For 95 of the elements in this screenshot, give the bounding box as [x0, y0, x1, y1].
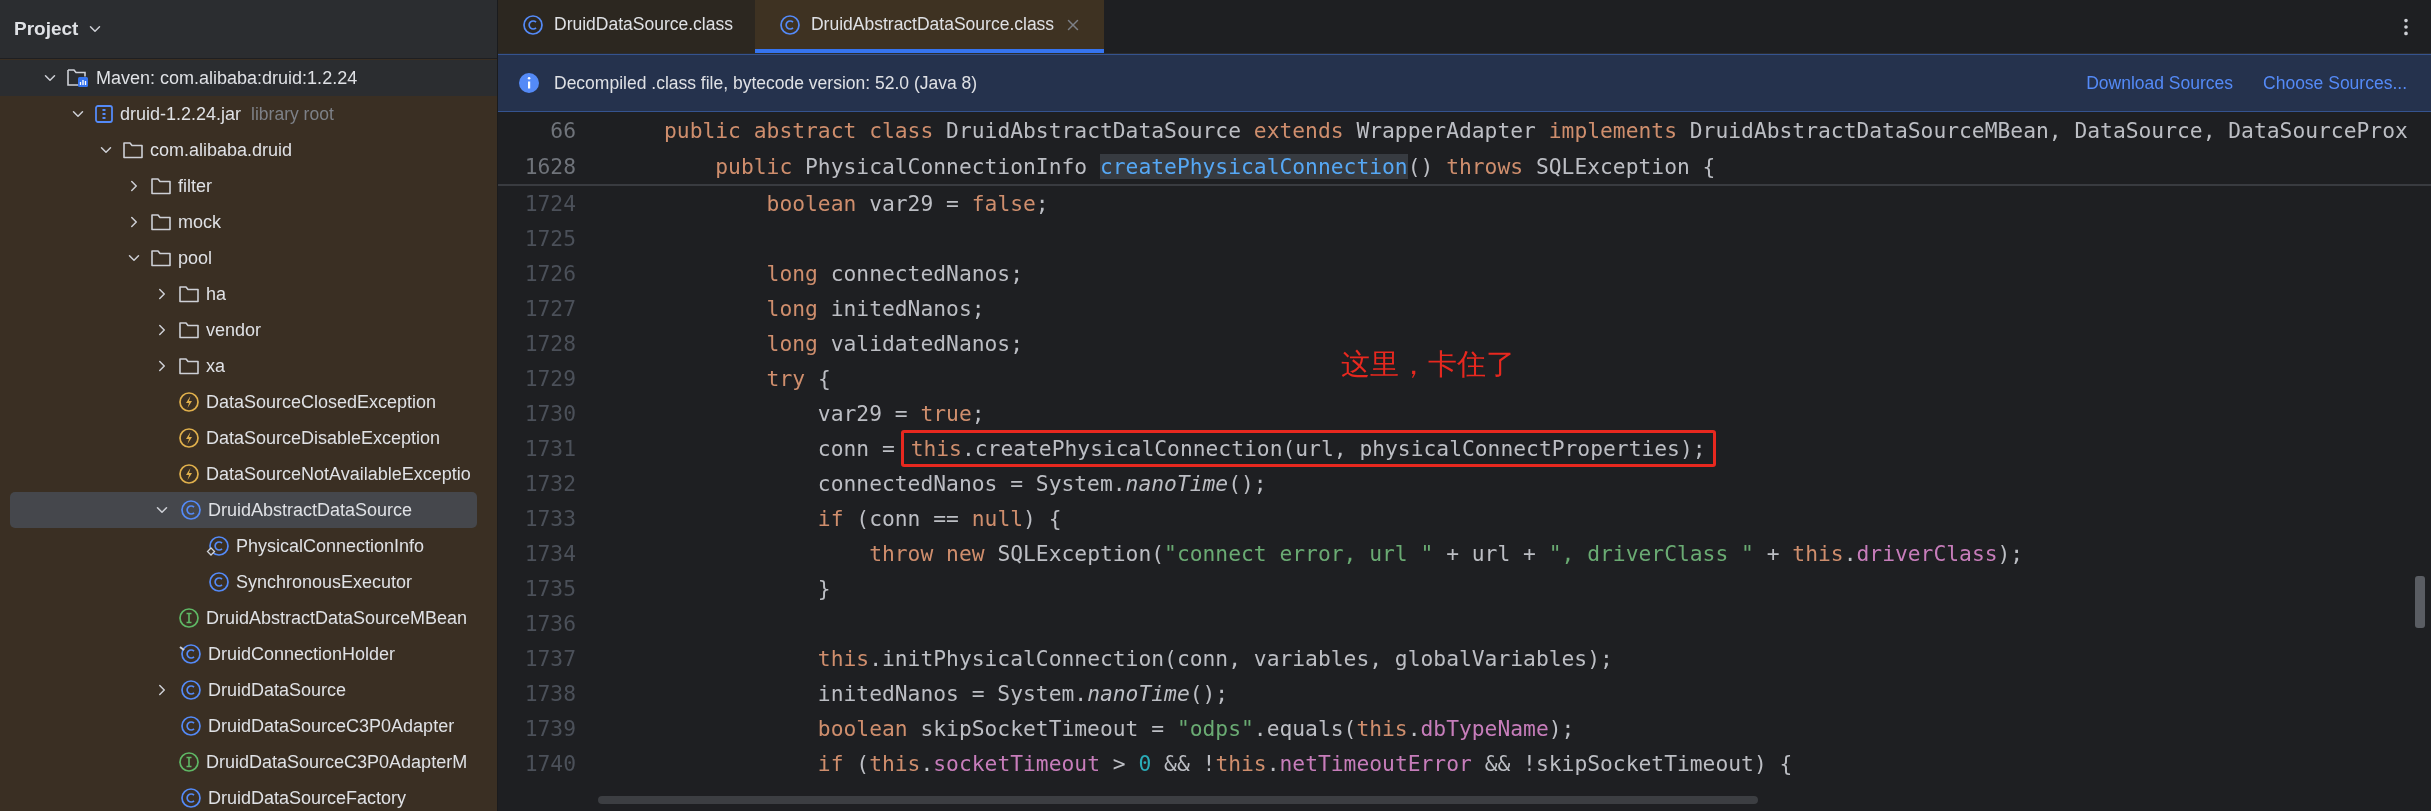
tree-item-label: DruidConnectionHolder	[208, 643, 396, 665]
tree-item-label: mock	[178, 211, 221, 233]
lightning-icon	[178, 391, 200, 413]
class-icon	[206, 571, 230, 593]
tree-item-label: DataSourceClosedException	[206, 391, 437, 413]
code-line: throw new SQLException("connect error, url " + url + ", driverClass " + this.driverClass);	[868, 541, 2024, 566]
archive-icon	[94, 104, 114, 124]
tree-item-label: filter	[178, 175, 212, 197]
banner-message: Decompiled .class file, bytecode version: 52.0 (Java 8)	[554, 72, 979, 94]
class-icon	[206, 535, 230, 557]
tree-item-label: com.alibaba.druid	[150, 139, 293, 161]
highlighted-code: this.createPhysicalConnection(url, physicalConnectProperties);	[900, 430, 1716, 467]
folder-icon	[150, 212, 172, 232]
folder-icon	[150, 248, 172, 268]
tree-item-label: DataSourceNotAvailableExceptio	[206, 463, 471, 485]
tree-item-label: xa	[206, 355, 225, 377]
class-icon	[178, 499, 202, 521]
folder-icon	[178, 320, 200, 340]
tree-row[interactable]: com.alibaba.druid	[0, 132, 497, 168]
class-icon	[178, 643, 202, 665]
line-number: 1628	[523, 153, 576, 179]
lightning-icon	[178, 463, 200, 485]
code-line: if (this.socketTimeout > 0 && !this.netTimeoutError && !skipSocketTimeout) {	[816, 751, 1793, 776]
class-icon	[520, 13, 544, 36]
code-line: long connectedNanos;	[765, 261, 1023, 286]
code-line: public PhysicalConnectionInfo createPhysicalConnection() throws SQLException {	[714, 153, 1716, 179]
tree-item-label: DruidAbstractDataSource	[208, 499, 413, 521]
tree-item-label: DruidAbstractDataSourceMBean	[206, 607, 468, 629]
tree-row[interactable]: DruidDataSourceC3P0AdapterM	[0, 744, 497, 780]
tree-row[interactable]: DataSourceDisableException	[0, 420, 497, 456]
class-icon	[178, 787, 202, 809]
code-line: }	[816, 576, 831, 601]
code-line: var29 = true;	[816, 401, 985, 426]
tree-row[interactable]: DruidAbstractDataSource	[10, 492, 477, 528]
interface-icon	[178, 751, 200, 773]
code-line: long validatedNanos;	[765, 331, 1023, 356]
tree-item-label: ha	[206, 283, 227, 305]
tree-item-label: SynchronousExecutor	[236, 571, 413, 593]
tree-row[interactable]: DruidDataSource	[0, 672, 497, 708]
tree-item-label: Maven: com.alibaba:druid:1.2.24	[96, 67, 358, 89]
annotation-text: 这里，卡住了	[1341, 347, 1516, 382]
class-icon	[178, 679, 202, 701]
tree-row[interactable]: mock	[0, 204, 497, 240]
tree-row[interactable]: vendor	[0, 312, 497, 348]
tree-row[interactable]: DruidDataSourceFactory	[0, 780, 497, 811]
tree-row[interactable]: DruidAbstractDataSourceMBean	[0, 600, 497, 636]
tree-row[interactable]: DataSourceNotAvailableExceptio	[0, 456, 497, 492]
tree-row[interactable]: SynchronousExecutor	[0, 564, 497, 600]
folder-icon	[178, 356, 200, 376]
editor-tab[interactable]: DruidDataSource.class	[498, 0, 755, 53]
folder-icon	[150, 176, 172, 196]
code-line: if (conn == null) {	[816, 506, 1062, 531]
folder-icon	[122, 140, 144, 160]
tree-item-label: DruidDataSourceFactory	[208, 787, 407, 809]
class-icon	[178, 715, 202, 737]
line-number: 66	[549, 117, 576, 143]
code-line: long initedNanos;	[765, 296, 985, 321]
interface-icon	[178, 607, 200, 629]
tree-item-label: vendor	[206, 319, 262, 341]
tree-item-label: druid-1.2.24.jar	[120, 103, 242, 125]
tree-item-label: PhysicalConnectionInfo	[236, 535, 425, 557]
tree-row[interactable]: DruidConnectionHolder	[0, 636, 497, 672]
tree-row[interactable]: druid-1.2.24.jar library root	[0, 96, 497, 132]
folder-icon	[178, 284, 200, 304]
folder-chart-icon	[66, 67, 90, 89]
code-line: connectedNanos = System.nanoTime();	[816, 471, 1267, 496]
tree-item-label: DruidDataSourceC3P0AdapterM	[206, 751, 468, 773]
tree-item-label: DruidDataSource	[208, 679, 347, 701]
banner-link[interactable]: Choose Sources...	[2263, 72, 2407, 94]
banner-link[interactable]: Download Sources	[2086, 72, 2234, 94]
code-line: initedNanos = System.nanoTime();	[816, 681, 1229, 706]
scrollbar-thumb[interactable]	[2415, 576, 2425, 628]
editor-tab[interactable]: DruidAbstractDataSource.class	[754, 0, 1105, 53]
horizontal-scrollbar[interactable]	[598, 796, 1758, 804]
code-line: try {	[765, 366, 831, 391]
code-line: this.initPhysicalConnection(conn, variables, globalVariables);	[816, 646, 1613, 671]
tree-row[interactable]: ha	[0, 276, 497, 312]
tree-row[interactable]: DruidDataSourceC3P0Adapter	[0, 708, 497, 744]
tree-row[interactable]: filter	[0, 168, 497, 204]
code-line: boolean skipSocketTimeout = "odps".equals(this.dbTypeName);	[816, 716, 1575, 741]
panel-title: Project	[14, 18, 79, 40]
tree-row[interactable]: PhysicalConnectionInfo	[0, 528, 497, 564]
tree-row[interactable]: DataSourceClosedException	[0, 384, 497, 420]
tree-row[interactable]: pool	[0, 240, 497, 276]
code-line: boolean var29 = false;	[765, 191, 1049, 216]
tree-row[interactable]: xa	[0, 348, 497, 384]
lightning-icon	[178, 427, 200, 449]
tree-row[interactable]: Maven: com.alibaba:druid:1.2.24	[0, 60, 497, 96]
tree-item-hint: library root	[251, 103, 334, 125]
info-icon	[518, 72, 540, 94]
code-line: public abstract class DruidAbstractDataSource extends WrapperAdapter implements DruidAbstractDataSourceMBean, DataSource, DataSourceProx	[664, 117, 2408, 143]
tree-item-label: pool	[178, 247, 213, 269]
code-line: conn =	[816, 436, 896, 461]
tree-item-label: DataSourceDisableException	[206, 427, 441, 449]
tree-item-label: DruidDataSourceC3P0Adapter	[208, 715, 455, 737]
